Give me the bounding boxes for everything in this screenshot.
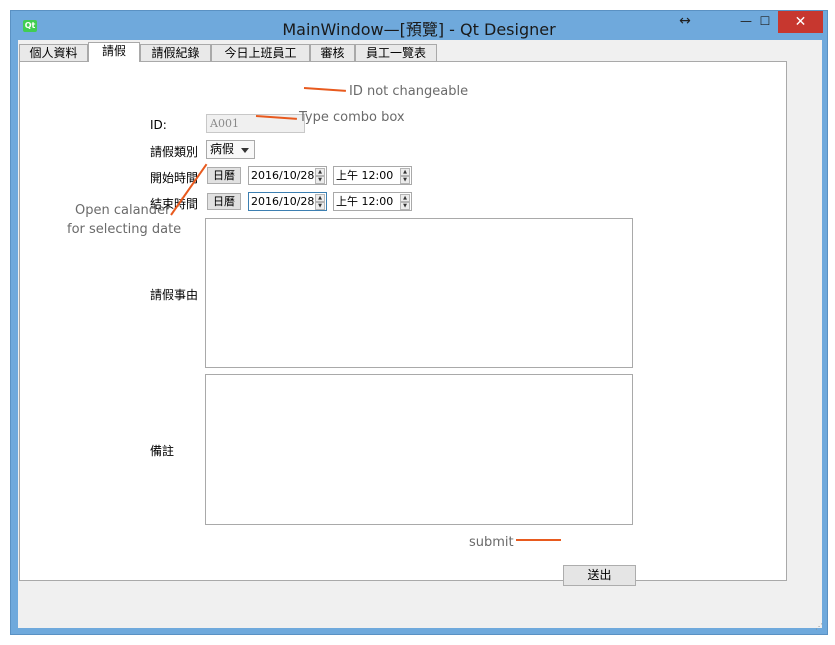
end-date-spinbox[interactable]: 2016/10/28 ▲ ▼	[248, 192, 327, 211]
tab-personal-info[interactable]: 個人資料	[19, 44, 88, 61]
leave-type-combo[interactable]: 病假	[206, 140, 255, 159]
spin-up-icon[interactable]: ▲	[315, 194, 325, 202]
start-date-spinbox[interactable]: 2016/10/28 ▲ ▼	[248, 166, 327, 185]
annotation-id-not-changeable: ID not changeable	[349, 84, 469, 99]
id-label: ID:	[150, 118, 167, 132]
remark-textarea[interactable]	[205, 374, 633, 525]
spin-down-icon[interactable]: ▼	[400, 176, 410, 184]
tab-employee-list[interactable]: 員工一覽表	[355, 44, 437, 61]
leave-tab-panel: ID: A001 請假類別 病假 開始時間 日曆 2016/10/28 ▲ ▼ …	[19, 61, 787, 586]
tab-leave[interactable]: 請假	[88, 42, 140, 62]
leave-reason-label: 請假事由	[150, 288, 199, 302]
tab-todays-employees[interactable]: 今日上班員工	[211, 44, 310, 61]
start-time-spinbox[interactable]: 上午 12:00 ▲ ▼	[333, 166, 412, 185]
leave-type-label: 請假類別	[150, 145, 199, 159]
remark-label: 備註	[150, 444, 175, 458]
annotation-type-combo-box: Type combo box	[299, 110, 405, 125]
spin-down-icon[interactable]: ▼	[400, 202, 410, 210]
annotation-submit: submit	[469, 535, 514, 550]
spin-down-icon[interactable]: ▼	[315, 176, 325, 184]
main-window: Qt MainWindow—[預覽] - Qt Designer ↔ — ☐ ✕…	[10, 10, 828, 635]
start-time-value: 上午 12:00	[336, 169, 394, 182]
submit-button[interactable]: 送出	[563, 565, 636, 586]
leave-reason-textarea[interactable]	[205, 218, 633, 368]
spin-up-icon[interactable]: ▲	[315, 168, 325, 176]
end-date-value: 2016/10/28	[251, 195, 315, 208]
title-bar[interactable]: Qt MainWindow—[預覽] - Qt Designer ↔ — ☐ ✕	[11, 11, 827, 41]
annotation-line-submit	[516, 539, 561, 541]
spin-up-icon[interactable]: ▲	[400, 194, 410, 202]
client-area: 個人資料 請假 請假紀錄 今日上班員工 審核 員工一覽表 ID: A001 請假…	[18, 40, 822, 628]
resize-grip-icon[interactable]: ⋰	[815, 622, 825, 632]
end-calendar-button[interactable]: 日曆	[207, 193, 241, 210]
spin-down-icon[interactable]: ▼	[315, 202, 325, 210]
end-time-spinbox[interactable]: 上午 12:00 ▲ ▼	[333, 192, 412, 211]
spin-up-icon[interactable]: ▲	[400, 168, 410, 176]
dropdown-arrow-icon	[241, 148, 249, 153]
tab-leave-records[interactable]: 請假紀錄	[140, 44, 211, 61]
tab-review[interactable]: 審核	[310, 44, 355, 61]
start-calendar-button[interactable]: 日曆	[207, 167, 241, 184]
annotation-selecting-date: for selecting date	[67, 222, 182, 237]
close-button[interactable]: ✕	[778, 11, 823, 33]
leave-type-value: 病假	[210, 142, 235, 156]
window-title: MainWindow—[預覽] - Qt Designer	[282, 20, 556, 39]
start-date-value: 2016/10/28	[251, 169, 315, 182]
annotation-open-calendar: Open calander	[75, 203, 171, 218]
minimize-button[interactable]: —	[736, 11, 756, 33]
end-time-value: 上午 12:00	[336, 195, 394, 208]
maximize-button[interactable]: ☐	[755, 11, 775, 33]
resize-arrows-icon: ↔	[679, 13, 691, 29]
